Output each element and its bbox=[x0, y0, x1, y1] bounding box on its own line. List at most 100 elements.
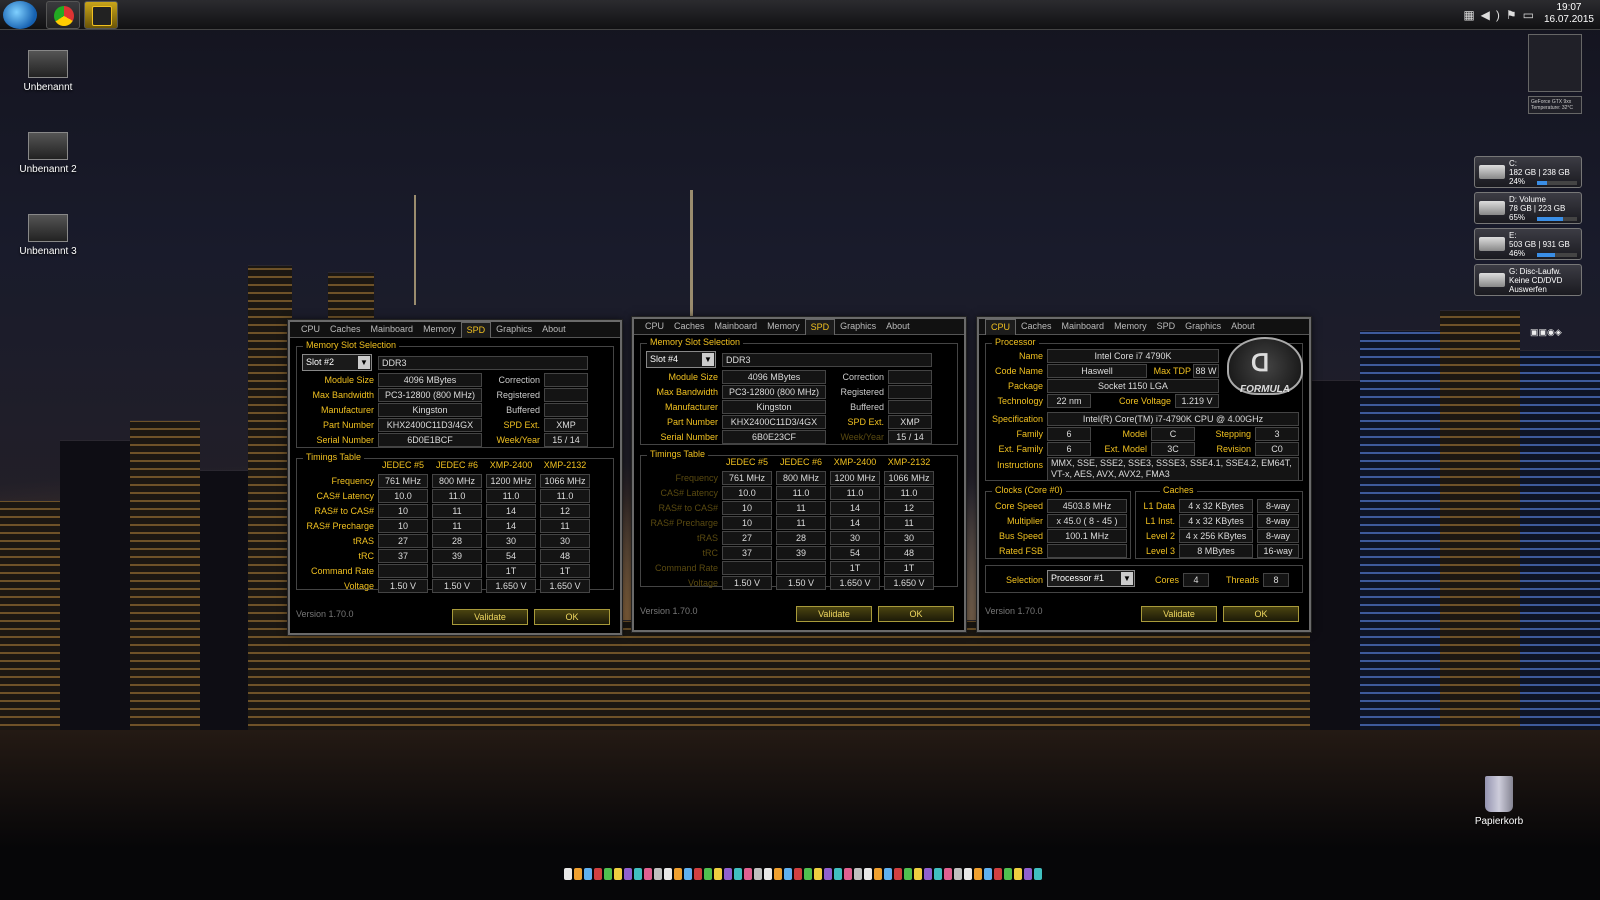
taskbar-cpuz-button[interactable] bbox=[84, 1, 118, 29]
dock-app-icon[interactable] bbox=[714, 868, 722, 880]
tab-caches[interactable]: Caches bbox=[325, 322, 366, 338]
tab-about[interactable]: About bbox=[1226, 319, 1260, 335]
dock-app-icon[interactable] bbox=[974, 868, 982, 880]
dock-app-icon[interactable] bbox=[944, 868, 952, 880]
dock-app-icon[interactable] bbox=[1014, 868, 1022, 880]
dock-app-icon[interactable] bbox=[624, 868, 632, 880]
taskbar-chrome-button[interactable] bbox=[46, 1, 80, 29]
tab-spd[interactable]: SPD bbox=[460, 322, 492, 338]
dock-app-icon[interactable] bbox=[824, 868, 832, 880]
tab-memory[interactable]: Memory bbox=[762, 319, 805, 335]
dock-app-icon[interactable] bbox=[934, 868, 942, 880]
dock-app-icon[interactable] bbox=[924, 868, 932, 880]
dock-app-icon[interactable] bbox=[814, 868, 822, 880]
drive-gadget-g[interactable]: G: Disc-Laufw. Keine CD/DVD Auswerfen bbox=[1474, 264, 1582, 296]
dock-app-icon[interactable] bbox=[574, 868, 582, 880]
tab-mainboard[interactable]: Mainboard bbox=[1057, 319, 1110, 335]
processor-select[interactable]: Processor #1 ▼ bbox=[1047, 570, 1135, 587]
tab-graphics[interactable]: Graphics bbox=[1180, 319, 1226, 335]
dock-app-icon[interactable] bbox=[614, 868, 622, 880]
eject-link[interactable]: Auswerfen bbox=[1509, 285, 1577, 294]
validate-button[interactable]: Validate bbox=[796, 606, 872, 622]
slot-select[interactable]: Slot #4 ▼ bbox=[646, 351, 716, 368]
dock-app-icon[interactable] bbox=[904, 868, 912, 880]
cpuz-spd-window-2[interactable]: CPU Caches Mainboard Memory SPD Graphics… bbox=[632, 317, 966, 632]
clock[interactable]: 19:07 16.07.2015 bbox=[1544, 2, 1594, 26]
tab-mainboard[interactable]: Mainboard bbox=[366, 322, 419, 338]
dock-app-icon[interactable] bbox=[674, 868, 682, 880]
dock-app-icon[interactable] bbox=[834, 868, 842, 880]
cpuz-spd-window-1[interactable]: CPU Caches Mainboard Memory SPD Graphics… bbox=[288, 320, 622, 635]
desktop-icon-unbenannt-2[interactable]: Unbenannt 2 bbox=[8, 132, 88, 175]
dock-app-icon[interactable] bbox=[1024, 868, 1032, 880]
tab-mainboard[interactable]: Mainboard bbox=[710, 319, 763, 335]
dock-app-icon[interactable] bbox=[954, 868, 962, 880]
dock-app-icon[interactable] bbox=[694, 868, 702, 880]
drive-gadget-e[interactable]: E: 503 GB | 931 GB 46% bbox=[1474, 228, 1582, 260]
validate-button[interactable]: Validate bbox=[452, 609, 528, 625]
tab-graphics[interactable]: Graphics bbox=[491, 322, 537, 338]
drive-gadget-c[interactable]: C: 182 GB | 238 GB 24% bbox=[1474, 156, 1582, 188]
tab-cpu[interactable]: CPU bbox=[296, 322, 325, 338]
tab-graphics[interactable]: Graphics bbox=[835, 319, 881, 335]
dock-app-icon[interactable] bbox=[734, 868, 742, 880]
dock-app-icon[interactable] bbox=[784, 868, 792, 880]
cpu-meter-gadget[interactable] bbox=[1528, 34, 1582, 92]
desktop-icon-unbenannt-3[interactable]: Unbenannt 3 bbox=[8, 214, 88, 257]
ok-button[interactable]: OK bbox=[1223, 606, 1299, 622]
network-icon[interactable]: ▦ bbox=[1463, 8, 1480, 22]
dock-app-icon[interactable] bbox=[884, 868, 892, 880]
dock-app-icon[interactable] bbox=[654, 868, 662, 880]
dock-app-icon[interactable] bbox=[724, 868, 732, 880]
dock-app-icon[interactable] bbox=[744, 868, 752, 880]
dock-app-icon[interactable] bbox=[754, 868, 762, 880]
dock-app-icon[interactable] bbox=[1034, 868, 1042, 880]
dock-app-icon[interactable] bbox=[1004, 868, 1012, 880]
drive-gadget-d[interactable]: D: Volume 78 GB | 223 GB 65% bbox=[1474, 192, 1582, 224]
desktop-icon-unbenannt[interactable]: Unbenannt bbox=[8, 50, 88, 93]
tab-spd[interactable]: SPD bbox=[804, 319, 836, 335]
dock-app-icon[interactable] bbox=[594, 868, 602, 880]
tab-about[interactable]: About bbox=[881, 319, 915, 335]
slot-select[interactable]: Slot #2 ▼ bbox=[302, 354, 372, 371]
dock-app-icon[interactable] bbox=[644, 868, 652, 880]
tab-cpu[interactable]: CPU bbox=[640, 319, 669, 335]
dock-app-icon[interactable] bbox=[794, 868, 802, 880]
dock-app-icon[interactable] bbox=[844, 868, 852, 880]
dock-app-icon[interactable] bbox=[984, 868, 992, 880]
dock-app-icon[interactable] bbox=[994, 868, 1002, 880]
dock-app-icon[interactable] bbox=[804, 868, 812, 880]
dock-app-icon[interactable] bbox=[704, 868, 712, 880]
dock-app-icon[interactable] bbox=[964, 868, 972, 880]
flag-icon[interactable]: ⚑ bbox=[1506, 8, 1523, 22]
volume-icon[interactable]: ◀) bbox=[1481, 8, 1506, 22]
cpuz-cpu-window[interactable]: CPU Caches Mainboard Memory SPD Graphics… bbox=[977, 317, 1311, 632]
dock-app-icon[interactable] bbox=[764, 868, 772, 880]
tab-caches[interactable]: Caches bbox=[1016, 319, 1057, 335]
dock-app-icon[interactable] bbox=[634, 868, 642, 880]
dock-app-icon[interactable] bbox=[584, 868, 592, 880]
ok-button[interactable]: OK bbox=[878, 606, 954, 622]
dock-app-icon[interactable] bbox=[664, 868, 672, 880]
tab-caches[interactable]: Caches bbox=[669, 319, 710, 335]
dock-app-icon[interactable] bbox=[894, 868, 902, 880]
dock-app-icon[interactable] bbox=[854, 868, 862, 880]
tab-about[interactable]: About bbox=[537, 322, 571, 338]
tab-spd[interactable]: SPD bbox=[1152, 319, 1181, 335]
gpu-gadget[interactable]: GeForce GTX 9xx Temperature: 32°C bbox=[1528, 96, 1582, 114]
dock-app-icon[interactable] bbox=[864, 868, 872, 880]
dock-app-icon[interactable] bbox=[914, 868, 922, 880]
validate-button[interactable]: Validate bbox=[1141, 606, 1217, 622]
dock-app-icon[interactable] bbox=[684, 868, 692, 880]
display-icon[interactable]: ▭ bbox=[1523, 8, 1540, 22]
mini-tray-icons[interactable]: ▣▣◉◈ bbox=[1530, 327, 1562, 338]
dock-app-icon[interactable] bbox=[874, 868, 882, 880]
ok-button[interactable]: OK bbox=[534, 609, 610, 625]
tab-memory[interactable]: Memory bbox=[418, 322, 461, 338]
start-button[interactable] bbox=[3, 1, 37, 29]
recycle-bin[interactable]: Papierkorb bbox=[1464, 776, 1534, 827]
dock-app-icon[interactable] bbox=[604, 868, 612, 880]
dock-app-icon[interactable] bbox=[564, 868, 572, 880]
tab-cpu[interactable]: CPU bbox=[985, 319, 1017, 335]
tab-memory[interactable]: Memory bbox=[1109, 319, 1152, 335]
